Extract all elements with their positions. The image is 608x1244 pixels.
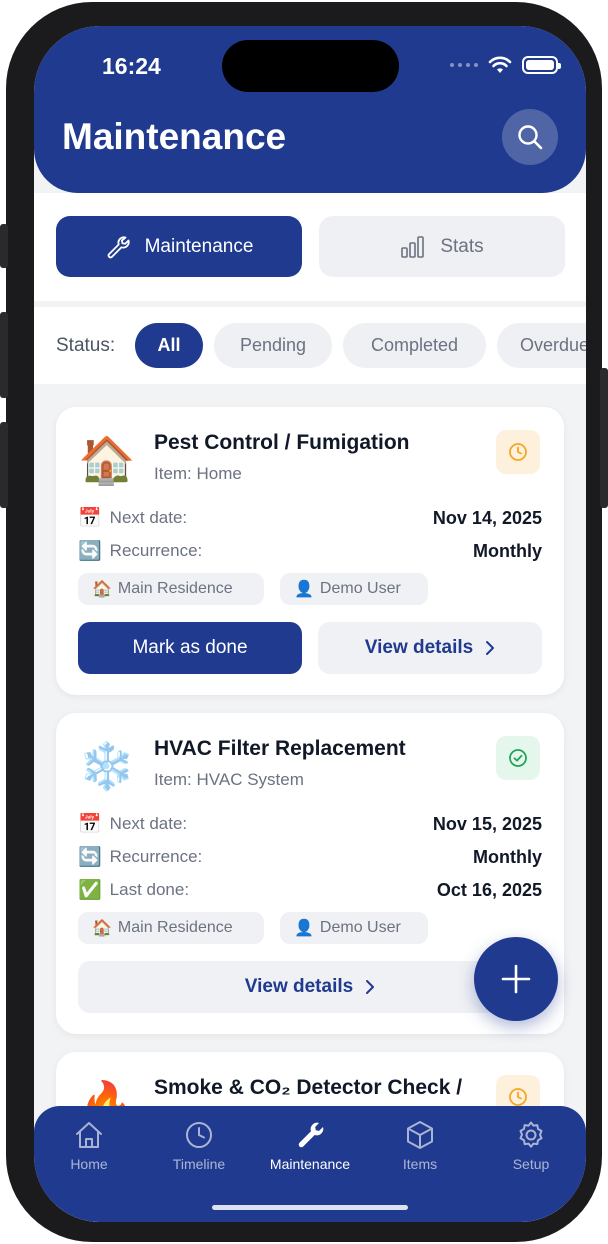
tab-timeline-label: Timeline (172, 1156, 226, 1172)
gear-icon (519, 1121, 543, 1148)
location-tag: 🏠 Main Residence (78, 573, 264, 605)
tab-setup[interactable]: Setup (476, 1120, 586, 1172)
next-date-row: 📅 Next date: Nov 15, 2025 (78, 811, 542, 837)
tab-items[interactable]: Items (365, 1120, 475, 1172)
app-header: 16:24 Maintenance (34, 26, 586, 193)
view-details-button[interactable]: View details (318, 622, 542, 674)
mark-as-done-button[interactable]: Mark as done (78, 622, 302, 674)
house-icon: 🏠 (92, 920, 112, 937)
filter-chip-pending[interactable]: Pending (214, 323, 332, 368)
row-label: Next date: (109, 814, 188, 833)
home-indicator (212, 1205, 408, 1210)
wrench-icon (107, 235, 130, 258)
completed-status-badge (496, 736, 540, 780)
location-tag: 🏠 Main Residence (78, 912, 264, 944)
tab-maintenance-nav[interactable]: Maintenance (255, 1120, 365, 1172)
card-title: Smoke & CO₂ Detector Check / (154, 1076, 463, 1099)
dynamic-island (222, 40, 399, 92)
tab-maintenance-label: Maintenance (144, 235, 254, 257)
view-details-button[interactable]: View details (78, 961, 542, 1013)
cellular-signal-icon (450, 63, 478, 67)
status-filter-bar: Status: All Pending Completed Overdue (34, 307, 586, 384)
house-icon: 🏠 (78, 434, 136, 486)
filter-chip-completed[interactable]: Completed (343, 323, 486, 368)
volume-down-button (0, 422, 8, 508)
card-item-name: Item: Home (154, 464, 242, 483)
card-title: Pest Control / Fumigation (154, 431, 410, 454)
tag-text: Main Residence (117, 580, 233, 597)
view-switcher: Maintenance Stats (34, 193, 586, 301)
card-title: HVAC Filter Replacement (154, 737, 406, 760)
row-label: Last done: (109, 880, 190, 899)
page-title: Maintenance (62, 116, 287, 157)
chevron-right-icon (486, 641, 495, 655)
recurrence-value: Monthly (473, 846, 542, 867)
next-date-value: Nov 14, 2025 (432, 507, 542, 528)
search-icon (518, 125, 543, 150)
action-button (0, 224, 8, 268)
wrench-icon (298, 1122, 324, 1148)
tab-items-label: Items (402, 1156, 438, 1172)
status-time: 16:24 (102, 53, 161, 79)
app-screen: 16:24 Maintenance Maintenance Stats Stat… (34, 26, 586, 1222)
calendar-icon: 📅 (78, 814, 102, 835)
tab-maintenance-nav-label: Maintenance (269, 1156, 351, 1172)
filter-chip-overdue[interactable]: Overdue (497, 323, 586, 368)
tab-setup-label: Setup (512, 1156, 550, 1172)
power-button (600, 368, 608, 508)
row-label: Recurrence: (109, 847, 203, 866)
tab-timeline[interactable]: Timeline (144, 1120, 254, 1172)
chevron-right-icon (366, 980, 375, 994)
recurrence-row: 🔄 Recurrence: Monthly (78, 844, 542, 870)
tab-home[interactable]: Home (34, 1120, 144, 1172)
last-done-value: Oct 16, 2025 (436, 879, 542, 900)
filter-chip-all[interactable]: All (135, 323, 203, 368)
home-icon (76, 1122, 102, 1148)
add-maintenance-button[interactable] (474, 937, 558, 1021)
user-tag: 👤 Demo User (280, 573, 428, 605)
clock-icon (509, 443, 527, 461)
search-button[interactable] (502, 109, 558, 165)
filter-label: Status: (56, 335, 116, 356)
status-indicators (450, 56, 561, 74)
battery-icon (522, 56, 561, 74)
user-tag: 👤 Demo User (280, 912, 428, 944)
pending-status-badge (496, 430, 540, 474)
volume-up-button (0, 312, 8, 398)
tab-stats[interactable]: Stats (319, 216, 565, 277)
repeat-icon: 🔄 (78, 847, 102, 868)
wifi-icon (488, 56, 512, 73)
box-icon (407, 1121, 433, 1149)
tab-home-label: Home (70, 1156, 108, 1172)
card-item-name: Item: HVAC System (154, 770, 304, 789)
view-details-label: View details (244, 976, 354, 997)
user-icon: 👤 (294, 920, 314, 937)
clock-icon (509, 1088, 527, 1106)
maintenance-card[interactable]: 🏠 Pest Control / Fumigation Item: Home 📅… (56, 407, 564, 695)
user-icon: 👤 (294, 581, 314, 598)
checkmark-icon: ✅ (78, 880, 102, 901)
plus-icon (501, 964, 531, 994)
device-frame: 16:24 Maintenance Maintenance Stats Stat… (0, 2, 608, 1242)
check-circle-icon (509, 749, 527, 767)
tab-stats-label: Stats (440, 235, 484, 257)
calendar-icon: 📅 (78, 508, 102, 529)
recurrence-row: 🔄 Recurrence: Monthly (78, 538, 542, 564)
tag-text: Demo User (319, 919, 401, 936)
row-label: Next date: (109, 508, 188, 527)
last-done-row: ✅ Last done: Oct 16, 2025 (78, 877, 542, 903)
repeat-icon: 🔄 (78, 541, 102, 562)
house-icon: 🏠 (92, 581, 112, 598)
view-details-label: View details (364, 637, 474, 658)
tab-maintenance[interactable]: Maintenance (56, 216, 302, 277)
tag-text: Main Residence (117, 919, 233, 936)
snowflake-icon: ❄️ (78, 740, 136, 792)
next-date-value: Nov 15, 2025 (432, 813, 542, 834)
next-date-row: 📅 Next date: Nov 14, 2025 (78, 505, 542, 531)
recurrence-value: Monthly (473, 540, 542, 561)
row-label: Recurrence: (109, 541, 203, 560)
clock-icon (186, 1122, 212, 1148)
bar-chart-icon (401, 235, 425, 258)
tag-text: Demo User (319, 580, 401, 597)
